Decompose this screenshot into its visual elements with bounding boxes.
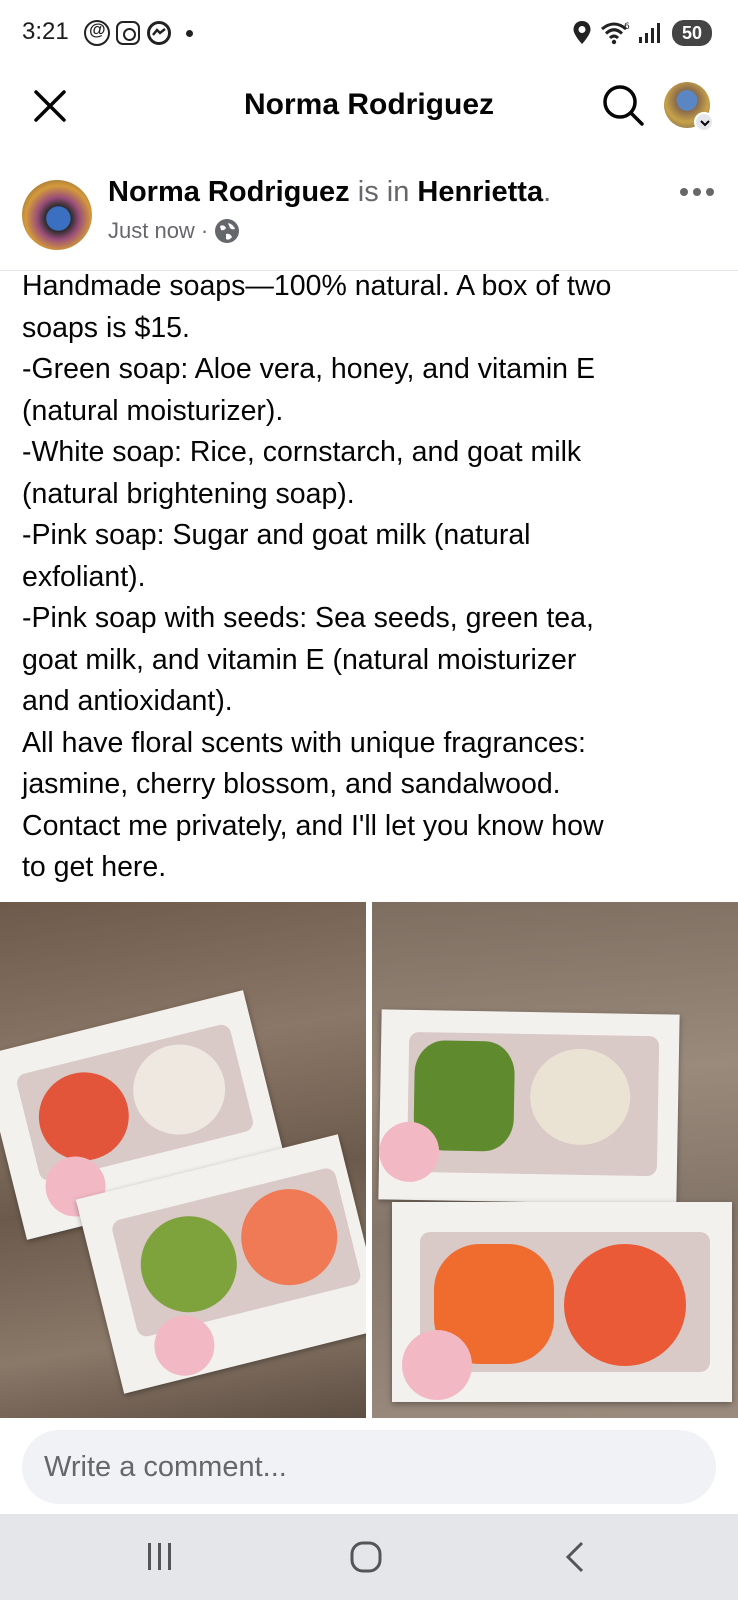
post-text-line: (natural moisturizer). bbox=[22, 394, 284, 427]
system-nav-bar bbox=[0, 1514, 738, 1600]
back-icon bbox=[565, 1541, 584, 1573]
post-text-line: -Pink soap with seeds: Sea seeds, green … bbox=[22, 602, 594, 634]
post-text-line: soaps is $15. bbox=[22, 311, 190, 344]
chevron-down-icon bbox=[700, 120, 710, 127]
post-text-line: exfoliant). bbox=[22, 560, 146, 593]
wifi-icon: 6 bbox=[601, 22, 630, 45]
soap-box bbox=[392, 1202, 732, 1402]
post-text-line: -Green soap: Aloe vera, honey, and vitam… bbox=[22, 353, 595, 385]
more-dot bbox=[680, 188, 688, 196]
post-meta: Just now · bbox=[108, 218, 240, 244]
post-text-line: Handmade soaps—100% natural. A box of tw… bbox=[22, 270, 612, 302]
battery-indicator: 50 bbox=[671, 20, 712, 46]
post-text: Handmade soaps—100% natural. A box of tw… bbox=[22, 266, 722, 889]
location-name[interactable]: Henrietta bbox=[417, 176, 543, 208]
post-author-line: Norma Rodriguez is in Henrietta. bbox=[108, 176, 551, 209]
location-connector: is in bbox=[349, 176, 418, 208]
location-period: . bbox=[543, 176, 552, 208]
post-text-line: -White soap: Rice, cornstarch, and goat … bbox=[22, 436, 582, 468]
handmade-sticker bbox=[378, 1121, 440, 1183]
instagram-icon bbox=[116, 21, 140, 45]
svg-text:6: 6 bbox=[624, 22, 630, 32]
status-bar: 3:21 6 50 bbox=[0, 0, 738, 70]
system-icons: 6 50 bbox=[572, 20, 712, 46]
post-text-line: Contact me privately, and I'll let you k… bbox=[22, 809, 604, 842]
globe-icon bbox=[215, 219, 240, 243]
recent-apps-icon bbox=[148, 1543, 171, 1570]
post-text-line: to get here. bbox=[22, 851, 167, 883]
handmade-sticker bbox=[402, 1330, 472, 1400]
comment-input[interactable]: Write a comment... bbox=[22, 1430, 716, 1504]
post-photos bbox=[0, 902, 738, 1418]
search-button[interactable] bbox=[600, 82, 646, 128]
post-text-line: goat milk, and vitamin E (natural moistu… bbox=[22, 643, 577, 676]
post-text-line: (natural brightening soap). bbox=[22, 477, 355, 510]
post-text-line: jasmine, cherry blossom, and sandalwood. bbox=[22, 768, 561, 800]
more-options-button[interactable] bbox=[680, 180, 720, 204]
post-timestamp[interactable]: Just now bbox=[108, 218, 195, 244]
soap-box bbox=[378, 1009, 680, 1205]
signal-icon bbox=[638, 23, 660, 43]
threads-icon bbox=[84, 20, 110, 46]
search-icon bbox=[603, 85, 644, 126]
account-menu-badge[interactable] bbox=[694, 112, 714, 132]
more-notifications-dot bbox=[186, 29, 193, 37]
home-icon bbox=[350, 1541, 382, 1573]
more-dot bbox=[693, 188, 701, 196]
author-name[interactable]: Norma Rodriguez bbox=[108, 176, 350, 208]
home-button[interactable] bbox=[346, 1540, 386, 1574]
meta-separator: · bbox=[200, 218, 209, 243]
soap-photo-left[interactable] bbox=[0, 902, 366, 1418]
notification-icons bbox=[84, 20, 193, 46]
top-header: Norma Rodriguez bbox=[0, 70, 738, 150]
pink-seed-soap bbox=[564, 1244, 686, 1366]
back-button[interactable] bbox=[556, 1540, 596, 1574]
messenger-icon bbox=[147, 21, 171, 45]
author-avatar[interactable] bbox=[22, 180, 92, 250]
location-icon bbox=[573, 21, 591, 44]
post-text-line: and antioxidant). bbox=[22, 685, 233, 717]
soap-photo-right[interactable] bbox=[372, 902, 738, 1418]
more-dot bbox=[706, 188, 714, 196]
post-text-line: All have floral scents with unique fragr… bbox=[22, 726, 586, 759]
comment-bar: Write a comment... bbox=[0, 1418, 738, 1514]
post-text-line: -Pink soap: Sugar and goat milk (natural bbox=[22, 519, 531, 551]
status-time: 3:21 bbox=[22, 18, 69, 45]
recent-apps-button[interactable] bbox=[140, 1540, 180, 1574]
